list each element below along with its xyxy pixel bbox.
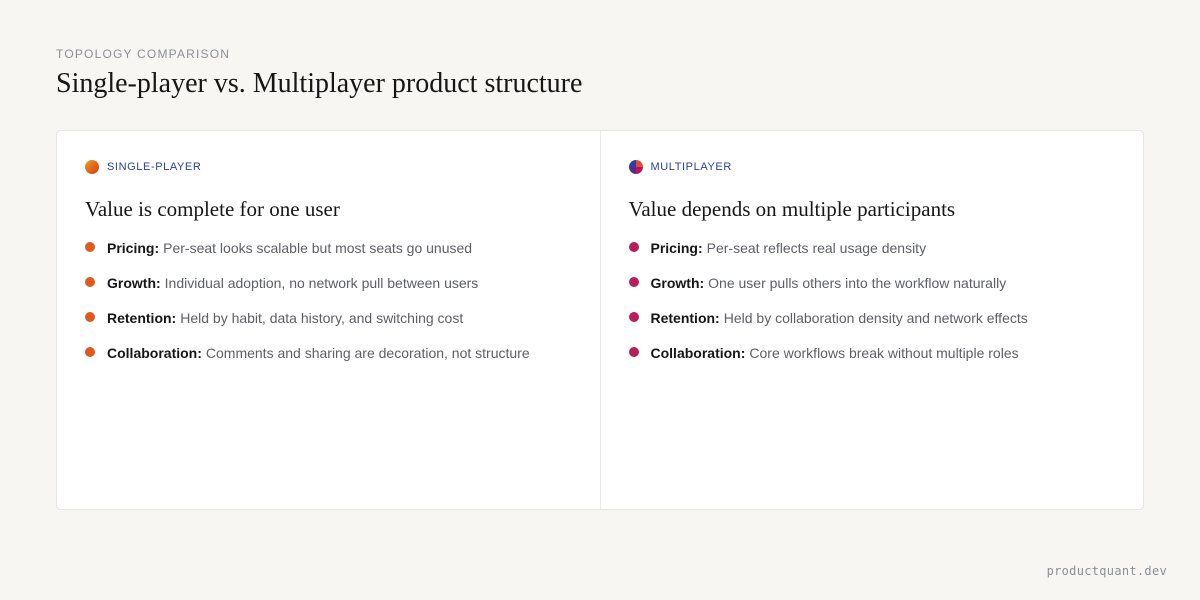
item-text: Held by habit, data history, and switchi… xyxy=(180,310,464,326)
bullet-icon xyxy=(85,347,95,357)
footer-domain: productquant.dev xyxy=(1046,564,1167,578)
item-key: Retention: xyxy=(650,310,720,326)
comparison-card: SINGLE-PLAYER Value is complete for one … xyxy=(56,130,1144,510)
bullet-icon xyxy=(85,277,95,287)
item-key: Retention: xyxy=(107,310,177,326)
list-item: Collaboration: Comments and sharing are d… xyxy=(85,344,572,362)
panel-heading: Value depends on multiple participants xyxy=(628,197,956,221)
item-text: Individual adoption, no network pull bet… xyxy=(164,275,479,291)
single-player-tag: SINGLE-PLAYER xyxy=(85,159,572,175)
bullet-icon xyxy=(628,277,639,287)
bullet-icon xyxy=(628,312,639,322)
tag-label: SINGLE-PLAYER xyxy=(107,161,202,173)
orange-gradient-dot-icon xyxy=(85,160,99,174)
page-title: Single-player vs. Multiplayer product st… xyxy=(56,68,583,99)
list-item: Growth: One user pulls others into the wo… xyxy=(628,274,1116,292)
attribute-list: Pricing: Per-seat reflects real usage den… xyxy=(628,239,1116,362)
item-key: Pricing: xyxy=(107,240,160,256)
bullet-icon xyxy=(628,347,639,357)
multicolor-dot-icon xyxy=(628,160,643,174)
list-item: Retention: Held by collaboration density … xyxy=(628,309,1116,327)
single-player-panel: SINGLE-PLAYER Value is complete for one … xyxy=(57,131,600,509)
item-key: Pricing: xyxy=(650,240,703,256)
bullet-icon xyxy=(85,312,95,322)
item-text: Comments and sharing are decoration, not… xyxy=(205,345,530,361)
item-key: Collaboration: xyxy=(107,345,202,361)
bullet-icon xyxy=(85,242,95,252)
tag-label: MULTIPLAYER xyxy=(650,161,732,173)
item-text: Per-seat looks scalable but most seats g… xyxy=(163,240,473,256)
eyebrow-label: TOPOLOGY COMPARISON xyxy=(56,47,231,61)
list-item: Pricing: Per-seat looks scalable but most… xyxy=(85,239,572,257)
item-key: Collaboration: xyxy=(650,345,746,361)
bullet-icon xyxy=(628,242,639,252)
panel-heading: Value is complete for one user xyxy=(85,197,340,221)
multiplayer-tag: MULTIPLAYER xyxy=(628,159,1116,175)
item-text: Core workflows break without multiple ro… xyxy=(749,345,1019,361)
list-item: Retention: Held by habit, data history, a… xyxy=(85,309,572,327)
list-item: Pricing: Per-seat reflects real usage den… xyxy=(628,239,1116,257)
item-text: Per-seat reflects real usage density xyxy=(706,240,927,256)
list-item: Collaboration: Core workflows break witho… xyxy=(628,344,1116,362)
item-key: Growth: xyxy=(650,275,705,291)
item-text: Held by collaboration density and networ… xyxy=(723,310,1028,326)
attribute-list: Pricing: Per-seat looks scalable but most… xyxy=(85,239,572,362)
item-key: Growth: xyxy=(107,275,161,291)
multiplayer-panel: MULTIPLAYER Value depends on multiple pa… xyxy=(599,131,1144,509)
list-item: Growth: Individual adoption, no network p… xyxy=(85,274,572,292)
item-text: One user pulls others into the workflow … xyxy=(708,275,1007,291)
